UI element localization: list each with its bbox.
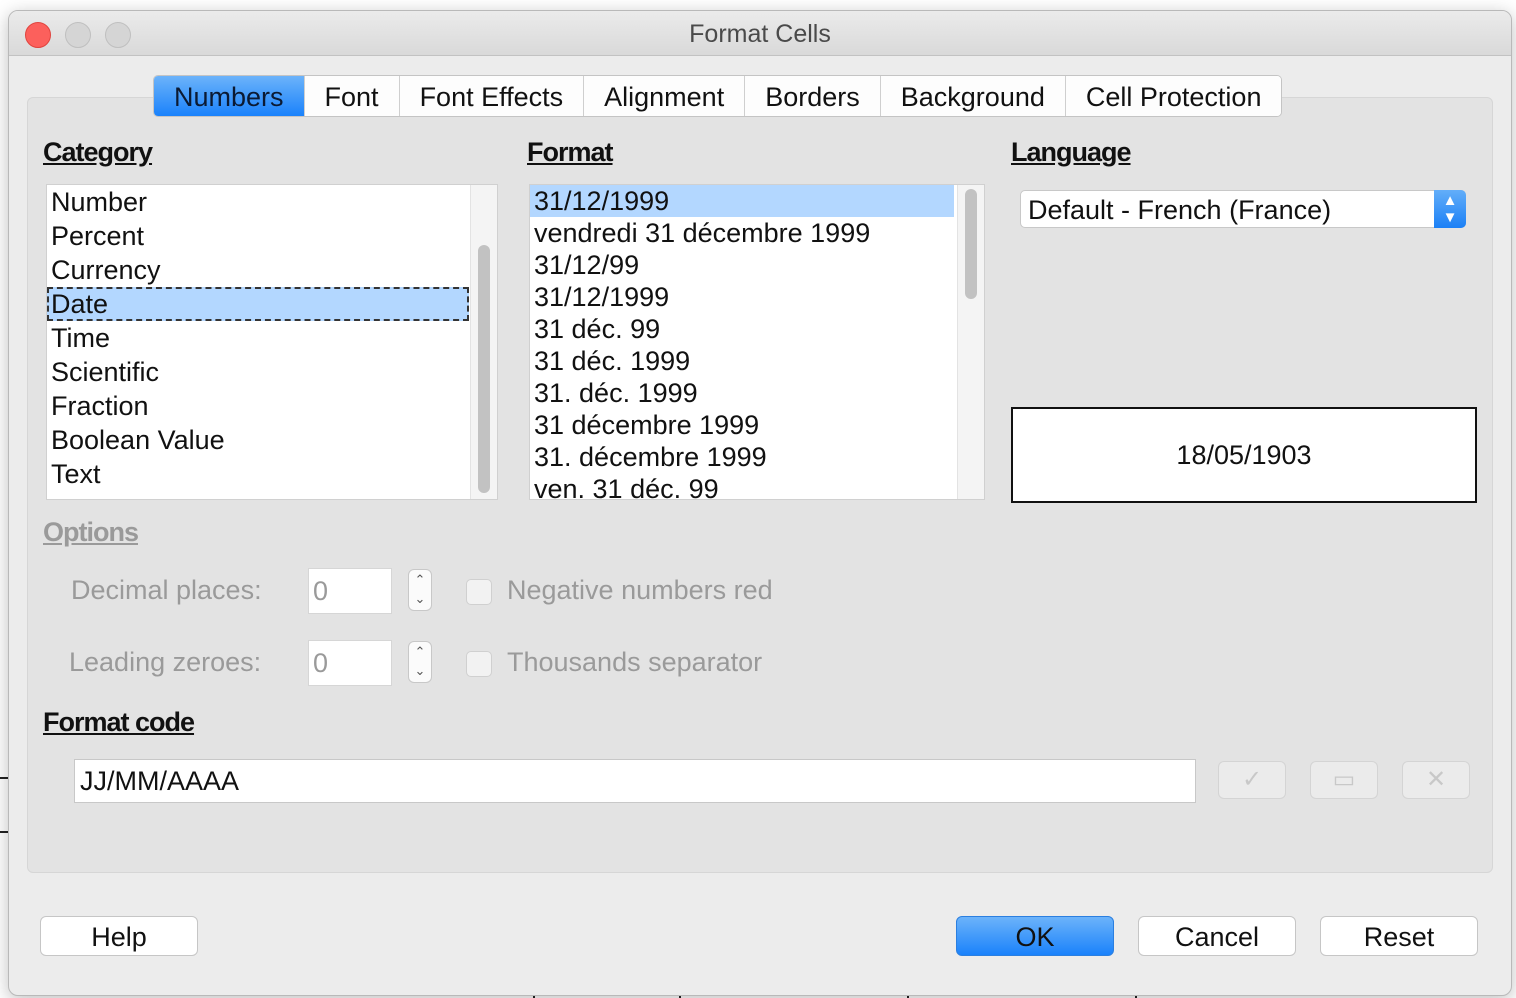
format-item[interactable]: 31/12/1999 bbox=[530, 185, 954, 217]
category-item-number[interactable]: Number bbox=[47, 185, 469, 219]
close-icon: ✕ bbox=[1425, 766, 1447, 793]
format-cells-dialog: Format Cells Numbers Font Font Effects A… bbox=[8, 10, 1512, 996]
format-item[interactable]: 31 déc. 1999 bbox=[530, 345, 954, 377]
delete-format-button[interactable]: ✕ bbox=[1402, 761, 1470, 799]
leading-zeroes-label: Leading zeroes: bbox=[69, 647, 262, 677]
format-item[interactable]: 31. déc. 1999 bbox=[530, 377, 954, 409]
category-scrollbar[interactable] bbox=[470, 185, 497, 499]
format-item[interactable]: 31 déc. 99 bbox=[530, 313, 954, 345]
options-label: Options bbox=[43, 517, 139, 547]
decimal-places-field[interactable]: 0 bbox=[308, 568, 392, 614]
category-item-currency[interactable]: Currency bbox=[47, 253, 469, 287]
language-select[interactable]: Default - French (France) ▲ ▼ bbox=[1020, 190, 1466, 228]
category-scroll-thumb[interactable] bbox=[478, 245, 490, 493]
category-item-boolean-value[interactable]: Boolean Value bbox=[47, 423, 469, 457]
format-label: Format bbox=[527, 137, 614, 167]
cancel-button[interactable]: Cancel bbox=[1138, 916, 1296, 956]
format-item[interactable]: 31/12/1999 bbox=[530, 281, 954, 313]
format-scroll-thumb[interactable] bbox=[965, 189, 977, 299]
format-code-label: Format code bbox=[43, 707, 195, 737]
decimal-places-stepper[interactable]: ⌃ ⌄ bbox=[408, 569, 432, 611]
language-label: Language bbox=[1011, 137, 1132, 167]
category-item-time[interactable]: Time bbox=[47, 321, 469, 355]
add-format-button[interactable]: ✓ bbox=[1218, 761, 1286, 799]
window-title: Format Cells bbox=[689, 20, 831, 48]
format-item[interactable]: 31. décembre 1999 bbox=[530, 441, 954, 473]
edit-comment-button[interactable]: ▭ bbox=[1310, 761, 1378, 799]
thousands-separator-checkbox[interactable] bbox=[466, 651, 492, 677]
format-scrollbar[interactable] bbox=[957, 185, 984, 499]
tab-font[interactable]: Font bbox=[304, 76, 400, 116]
language-select-value: Default - French (France) bbox=[1028, 195, 1332, 225]
select-arrows-icon: ▲ ▼ bbox=[1434, 190, 1466, 228]
tab-font-effects[interactable]: Font Effects bbox=[399, 76, 585, 116]
format-list[interactable]: 31/12/1999 vendredi 31 décembre 1999 31/… bbox=[529, 184, 985, 500]
reset-button[interactable]: Reset bbox=[1320, 916, 1478, 956]
negative-numbers-red-label: Negative numbers red bbox=[507, 575, 773, 605]
category-item-fraction[interactable]: Fraction bbox=[47, 389, 469, 423]
format-item[interactable]: ven. 31 déc. 99 bbox=[530, 473, 954, 499]
category-label: Category bbox=[43, 137, 153, 167]
tab-background[interactable]: Background bbox=[880, 76, 1066, 116]
tab-cell-protection[interactable]: Cell Protection bbox=[1065, 76, 1282, 116]
format-item[interactable]: vendredi 31 décembre 1999 bbox=[530, 217, 954, 249]
checkmark-icon: ✓ bbox=[1241, 766, 1263, 793]
category-item-text[interactable]: Text bbox=[47, 457, 469, 491]
negative-numbers-red-checkbox[interactable] bbox=[466, 579, 492, 605]
category-item-percent[interactable]: Percent bbox=[47, 219, 469, 253]
decimal-places-label: Decimal places: bbox=[71, 575, 262, 605]
format-code-input[interactable]: JJ/MM/AAAA bbox=[74, 759, 1196, 803]
category-item-scientific[interactable]: Scientific bbox=[47, 355, 469, 389]
leading-zeroes-stepper[interactable]: ⌃ ⌄ bbox=[408, 641, 432, 683]
tab-borders[interactable]: Borders bbox=[745, 76, 881, 116]
thousands-separator-label: Thousands separator bbox=[507, 647, 763, 677]
format-item[interactable]: 31 décembre 1999 bbox=[530, 409, 954, 441]
help-button[interactable]: Help bbox=[40, 916, 198, 956]
comment-icon: ▭ bbox=[1332, 766, 1356, 793]
ok-button[interactable]: OK bbox=[956, 916, 1114, 956]
leading-zeroes-field[interactable]: 0 bbox=[308, 640, 392, 686]
tab-bar: Numbers Font Font Effects Alignment Bord… bbox=[153, 75, 1283, 117]
tab-alignment[interactable]: Alignment bbox=[584, 76, 746, 116]
format-item[interactable]: 31/12/99 bbox=[530, 249, 954, 281]
category-item-date[interactable]: Date bbox=[47, 287, 469, 321]
title-bar[interactable]: Format Cells bbox=[9, 11, 1511, 56]
tab-numbers[interactable]: Numbers bbox=[154, 76, 305, 116]
format-preview: 18/05/1903 bbox=[1011, 407, 1477, 503]
category-list[interactable]: Number Percent Currency Date Time Scient… bbox=[46, 184, 498, 500]
